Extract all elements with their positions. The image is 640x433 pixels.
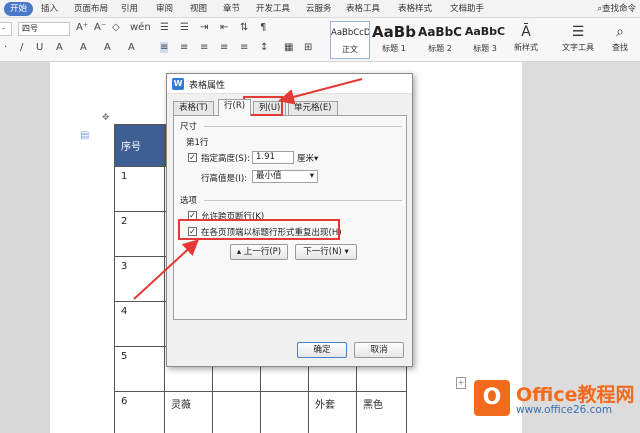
watermark-brand: Office教程网 [516,384,635,406]
tab-row[interactable]: 行(R) [218,99,252,116]
arrow-to-row-tab [278,78,363,105]
annotation-arrows [133,78,363,300]
arrow-to-repeat-header [133,239,199,300]
office-logo-icon: O [474,380,510,416]
watermark-url: www.office26.com [516,404,613,416]
